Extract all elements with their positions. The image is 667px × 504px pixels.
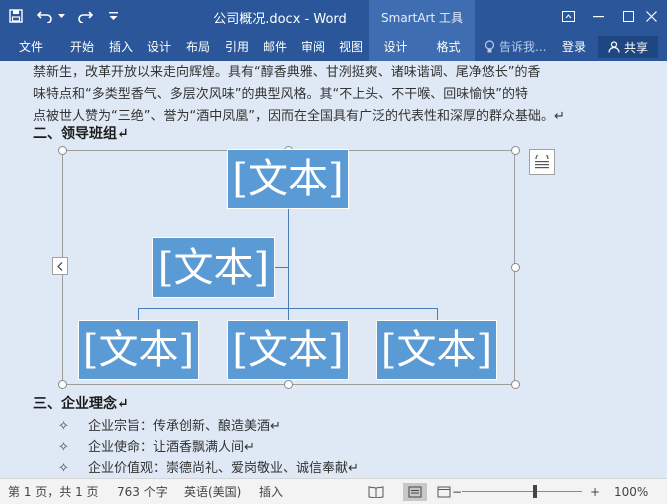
share-button[interactable]: 共享 (598, 36, 658, 58)
zoom-in-button[interactable]: + (590, 479, 600, 504)
smartart-tools-header: SmartArt 工具 (369, 0, 475, 33)
insert-mode[interactable]: 插入 (259, 479, 283, 504)
tell-me-search[interactable]: 告诉我... (484, 33, 546, 61)
bullet-text-3: 企业价值观：崇德尚礼、爱岗敬业、诚信奉献↵ (88, 461, 359, 476)
bullet-item-3: ✧ 企业价值观：崇德尚礼、爱岗敬业、诚信奉献↵ (58, 457, 359, 476)
resize-handle-br[interactable] (511, 380, 520, 389)
resize-handle-tl[interactable] (58, 146, 67, 155)
read-mode-icon[interactable] (364, 483, 388, 501)
smartart-node-middle[interactable]: [文本] (227, 320, 349, 380)
paragraph-line-1: 禁新生，改革开放以来走向辉煌。具有“醇香典雅、甘洌挺爽、诸味谐调、尾净悠长”的香 (33, 65, 541, 80)
tab-view[interactable]: 视图 (334, 33, 368, 61)
sign-in-link[interactable]: 登录 (562, 33, 586, 61)
person-icon (608, 41, 620, 53)
tab-smartart-design[interactable]: 设计 (369, 33, 422, 61)
smartart-node-right[interactable]: [文本] (376, 320, 497, 380)
zoom-out-button[interactable]: − (452, 479, 462, 504)
text-pane-toggle[interactable] (52, 257, 68, 275)
connector-assistant (275, 267, 288, 268)
tab-home[interactable]: 开始 (62, 33, 102, 61)
tab-review[interactable]: 审阅 (296, 33, 330, 61)
paragraph-line-2: 味特点和“多类型香气、多层次风味”的典型风格。其“不上头、不干喉、回味愉快”的特 (33, 87, 528, 102)
diamond-bullet-icon: ✧ (58, 440, 69, 455)
heading-philosophy: 三、企业理念↵ (33, 396, 129, 412)
bullet-text-1: 企业宗旨：传承创新、酿造美酒↵ (88, 419, 281, 434)
zoom-level[interactable]: 100% (614, 479, 648, 504)
connector-right (437, 308, 438, 320)
resize-handle-tr[interactable] (511, 146, 520, 155)
smartart-node-left[interactable]: [文本] (78, 320, 199, 380)
diamond-bullet-icon: ✧ (58, 461, 69, 476)
resize-handle-bc[interactable] (284, 380, 293, 389)
document-title: 公司概况.docx - Word (213, 12, 347, 27)
word-count[interactable]: 763 个字 (117, 479, 168, 504)
tab-file[interactable]: 文件 (6, 33, 56, 61)
tab-design[interactable]: 设计 (142, 33, 176, 61)
diamond-bullet-icon: ✧ (58, 419, 69, 434)
layout-options-button[interactable] (529, 149, 555, 175)
page-count[interactable]: 第 1 页，共 1 页 (8, 479, 99, 504)
status-bar: 第 1 页，共 1 页 763 个字 英语(美国) 插入 − + 100% (0, 478, 667, 504)
bullet-item-2: ✧ 企业使命：让酒香飘满人间↵ (58, 436, 255, 455)
connector-left (138, 308, 139, 320)
zoom-slider-thumb[interactable] (533, 485, 537, 498)
smartart-node-assistant[interactable]: [文本] (152, 237, 275, 298)
zoom-slider[interactable] (462, 491, 582, 492)
ribbon-tab-bar: 文件 开始 插入 设计 布局 引用 邮件 审阅 视图 设计 格式 告诉我... … (0, 33, 667, 61)
heading-leadership: 二、领导班组↵ (33, 126, 129, 142)
paragraph-line-3: 点被世人赞为“三绝”、誉为“酒中凤凰”，因而在全国具有广泛的代表性和深厚的群众基… (33, 109, 565, 124)
tell-me-label: 告诉我... (499, 40, 547, 54)
tab-references[interactable]: 引用 (220, 33, 254, 61)
bullet-text-2: 企业使命：让酒香飘满人间↵ (88, 440, 255, 455)
tab-insert[interactable]: 插入 (104, 33, 138, 61)
language[interactable]: 英语(美国) (184, 479, 241, 504)
bullet-item-1: ✧ 企业宗旨：传承创新、酿造美酒↵ (58, 415, 281, 434)
share-label: 共享 (623, 40, 648, 55)
connector-horizontal (138, 308, 438, 309)
tab-smartart-format[interactable]: 格式 (422, 33, 475, 61)
title-bar: 公司概况.docx - Word SmartArt 工具 (0, 0, 667, 33)
document-area[interactable]: 禁新生，改革开放以来走向辉煌。具有“醇香典雅、甘洌挺爽、诸味谐调、尾净悠长”的香… (0, 61, 667, 477)
print-layout-icon[interactable] (403, 483, 427, 501)
tab-layout[interactable]: 布局 (180, 33, 216, 61)
resize-handle-bl[interactable] (58, 380, 67, 389)
close-icon[interactable] (636, 0, 667, 33)
chevron-left-icon (57, 261, 63, 271)
connector-trunk (288, 209, 289, 320)
lightbulb-icon (484, 40, 495, 53)
smartart-node-top[interactable]: [文本] (227, 149, 349, 209)
tab-mailings[interactable]: 邮件 (258, 33, 292, 61)
layout-options-icon (535, 155, 549, 169)
resize-handle-mr[interactable] (511, 263, 520, 272)
